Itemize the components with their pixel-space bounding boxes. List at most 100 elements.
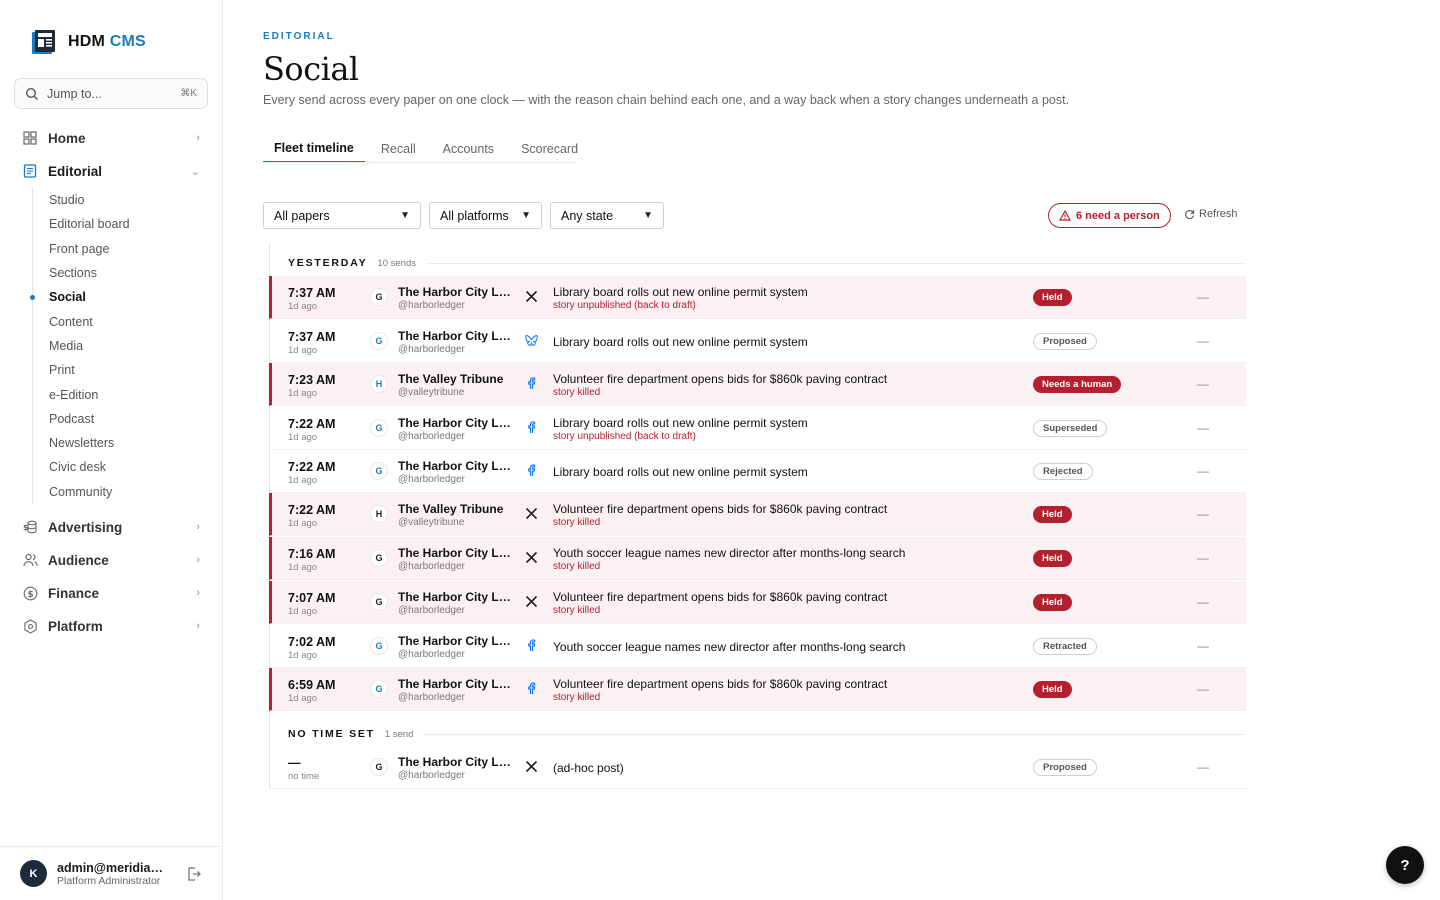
timeline-row[interactable]: 7:22 AM 1d ago H The Valley Tribune @valleyt… — [269, 493, 1246, 536]
send-time: — — [288, 756, 301, 770]
refresh-button[interactable]: Refresh — [1184, 208, 1238, 220]
subnav-sections[interactable]: Sections — [33, 261, 202, 285]
state-select-value: Any state — [561, 208, 614, 223]
papers-select[interactable]: All papers ▼ — [263, 202, 421, 229]
row-action[interactable]: — — [1197, 639, 1209, 653]
row-action[interactable]: — — [1197, 421, 1209, 435]
filter-bar: All papers ▼ All platforms ▼ Any state ▼ — [263, 202, 664, 229]
row-action[interactable]: — — [1197, 682, 1209, 696]
send-time: 7:37 AM — [288, 330, 336, 344]
account-name[interactable]: The Harbor City Led... — [398, 285, 512, 299]
row-action[interactable]: — — [1197, 595, 1209, 609]
subnav-content[interactable]: Content — [33, 309, 202, 333]
logout-icon[interactable] — [186, 866, 202, 882]
send-ago: 1d ago — [288, 650, 318, 661]
account-name[interactable]: The Valley Tribune — [398, 372, 512, 386]
tab-recall[interactable]: Recall — [370, 134, 427, 163]
x-logo-icon — [525, 760, 538, 773]
timeline-row[interactable]: — no time G The Harbor City Led... @harborle… — [269, 746, 1246, 789]
nav-editorial[interactable]: Editorial ⌄ — [14, 157, 208, 185]
account-badge: G — [370, 758, 388, 776]
account-name[interactable]: The Harbor City Led... — [398, 590, 512, 604]
account-name[interactable]: The Harbor City Led... — [398, 416, 512, 430]
account-badge: G — [370, 462, 388, 480]
timeline-row[interactable]: 7:37 AM 1d ago G The Harbor City Led... @har… — [269, 320, 1246, 363]
subnav-community[interactable]: Community — [33, 480, 202, 504]
post-headline[interactable]: Volunteer fire department opens bids for… — [553, 372, 887, 386]
account-name[interactable]: The Harbor City Led... — [398, 329, 512, 343]
subnav-e-edition[interactable]: e-Edition — [33, 382, 202, 406]
reason-chain: story killed — [553, 387, 601, 398]
row-action[interactable]: — — [1197, 290, 1209, 304]
reason-chain: story unpublished (back to draft) — [553, 300, 696, 311]
subnav-print[interactable]: Print — [33, 358, 202, 382]
timeline-row[interactable]: 7:23 AM 1d ago H The Valley Tribune @valleyt… — [269, 363, 1246, 406]
state-select[interactable]: Any state ▼ — [550, 202, 664, 229]
nav-advertising[interactable]: $ Advertising › — [14, 513, 208, 541]
help-button[interactable]: ? — [1386, 846, 1424, 884]
warning-icon — [1059, 210, 1071, 221]
post-headline[interactable]: Volunteer fire department opens bids for… — [553, 502, 887, 516]
account-handle: @harborledger — [398, 300, 465, 311]
row-action[interactable]: — — [1197, 760, 1209, 774]
subnav-editorial-board[interactable]: Editorial board — [33, 212, 202, 236]
timeline-row[interactable]: 7:07 AM 1d ago G The Harbor City Led... @har… — [269, 581, 1246, 624]
row-action[interactable]: — — [1197, 377, 1209, 391]
send-time: 7:37 AM — [288, 286, 336, 300]
row-action[interactable]: — — [1197, 334, 1209, 348]
subnav-podcast[interactable]: Podcast — [33, 407, 202, 431]
facebook-icon — [525, 421, 538, 434]
timeline-row[interactable]: 7:02 AM 1d ago G The Harbor City Led... @har… — [269, 625, 1246, 668]
avatar[interactable]: K — [20, 860, 47, 887]
post-headline[interactable]: Library board rolls out new online permi… — [553, 285, 808, 299]
post-headline[interactable]: Library board rolls out new online permi… — [553, 465, 808, 479]
timeline-row[interactable]: 7:37 AM 1d ago G The Harbor City Led... @har… — [269, 276, 1246, 319]
nav-home[interactable]: Home › — [14, 124, 208, 152]
state-badge: Superseded — [1033, 420, 1108, 437]
x-logo-icon — [525, 595, 538, 608]
send-time: 7:22 AM — [288, 460, 336, 474]
chevron-right-icon: › — [196, 554, 200, 566]
nav-finance[interactable]: $ Finance › — [14, 579, 208, 607]
timeline-row[interactable]: 6:59 AM 1d ago G The Harbor City Led... @har… — [269, 668, 1246, 711]
subnav-studio[interactable]: Studio — [33, 188, 202, 212]
subnav-media[interactable]: Media — [33, 334, 202, 358]
tab-accounts[interactable]: Accounts — [432, 134, 505, 163]
post-headline[interactable]: Library board rolls out new online permi… — [553, 416, 808, 430]
subnav-newsletters[interactable]: Newsletters — [33, 431, 202, 455]
post-headline[interactable]: Volunteer fire department opens bids for… — [553, 677, 887, 691]
account-name[interactable]: The Harbor City Led... — [398, 755, 512, 769]
account-name[interactable]: The Harbor City Led... — [398, 546, 512, 560]
needs-person-button[interactable]: 6 need a person — [1048, 203, 1171, 228]
subnav-civic-desk[interactable]: Civic desk — [33, 455, 202, 479]
timeline-row[interactable]: 7:22 AM 1d ago G The Harbor City Led... @har… — [269, 407, 1246, 450]
post-headline[interactable]: Youth soccer league names new director a… — [553, 640, 905, 654]
account-handle: @valleytribune — [398, 387, 465, 398]
post-headline[interactable]: (ad-hoc post) — [553, 761, 624, 775]
chevron-down-icon: ▼ — [400, 210, 410, 221]
platforms-select[interactable]: All platforms ▼ — [429, 202, 542, 229]
nav-platform[interactable]: Platform › — [14, 612, 208, 640]
row-action[interactable]: — — [1197, 507, 1209, 521]
subnav-front-page[interactable]: Front page — [33, 237, 202, 261]
post-headline[interactable]: Youth soccer league names new director a… — [553, 546, 905, 560]
nav-audience[interactable]: Audience › — [14, 546, 208, 574]
account-badge: G — [370, 419, 388, 437]
tab-fleet-timeline[interactable]: Fleet timeline — [263, 134, 365, 163]
post-headline[interactable]: Volunteer fire department opens bids for… — [553, 590, 887, 604]
row-action[interactable]: — — [1197, 464, 1209, 478]
account-name[interactable]: The Harbor City Led... — [398, 677, 512, 691]
subnav-social[interactable]: Social — [30, 285, 202, 309]
timeline-row[interactable]: 7:16 AM 1d ago G The Harbor City Led... @har… — [269, 537, 1246, 580]
account-name[interactable]: The Harbor City Led... — [398, 634, 512, 648]
account-name[interactable]: The Harbor City Led... — [398, 459, 512, 473]
row-action[interactable]: — — [1197, 551, 1209, 565]
brand[interactable]: HDM CMS — [30, 28, 146, 56]
tab-scorecard[interactable]: Scorecard — [510, 134, 589, 163]
account-name[interactable]: The Valley Tribune — [398, 502, 512, 516]
jump-to-search[interactable]: Jump to... ⌘K — [14, 78, 208, 109]
account-handle: @harborledger — [398, 474, 465, 485]
timeline-row[interactable]: 7:22 AM 1d ago G The Harbor City Led... @har… — [269, 450, 1246, 493]
post-headline[interactable]: Library board rolls out new online permi… — [553, 335, 808, 349]
state-badge: Held — [1033, 550, 1072, 567]
